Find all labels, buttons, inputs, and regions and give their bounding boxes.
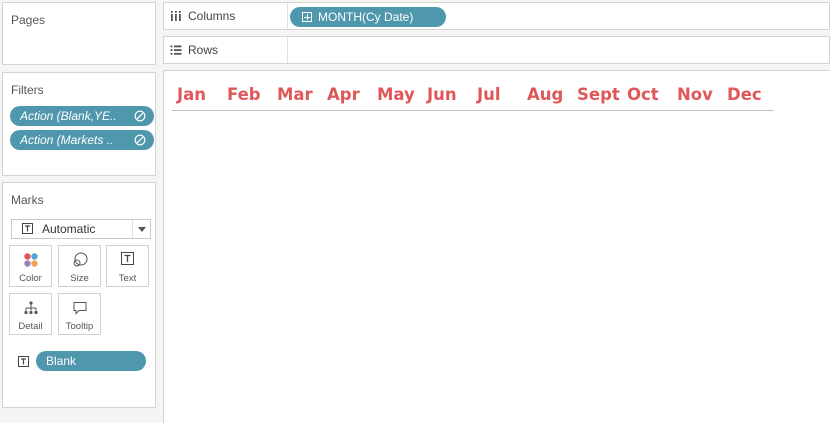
color-label: Color <box>19 273 42 284</box>
marks-field-row: Blank <box>11 351 155 373</box>
detail-icon <box>10 300 51 316</box>
rows-label: Rows <box>188 43 219 57</box>
tooltip-button[interactable]: Tooltip <box>58 293 101 335</box>
filter-pill-label: Action (Blank,YE.. <box>20 109 117 123</box>
month-header-row: Jan Feb Mar Apr May Jun Jul Aug Sept Oct Nov Dec <box>172 83 774 111</box>
month-header-apr[interactable]: Apr <box>327 85 360 104</box>
mark-type-dropdown[interactable]: Automatic <box>11 219 151 239</box>
month-header-jan[interactable]: Jan <box>177 85 206 104</box>
tooltip-icon <box>59 300 100 316</box>
month-header-oct[interactable]: Oct <box>627 85 659 104</box>
month-header-jun[interactable]: Jun <box>427 85 457 104</box>
detail-button[interactable]: Detail <box>9 293 52 335</box>
color-button[interactable]: Color <box>9 245 52 287</box>
pages-card: Pages <box>2 2 156 65</box>
filters-title: Filters <box>11 83 44 97</box>
month-header-nov[interactable]: Nov <box>677 85 713 104</box>
month-cy-date-pill[interactable]: MONTH(Cy Date) <box>290 7 446 27</box>
marks-card: Marks Automatic Color Size Text Detail T… <box>2 182 156 408</box>
expand-plus-icon[interactable] <box>302 12 312 22</box>
columns-icon <box>171 11 181 21</box>
link-off-icon <box>134 134 146 146</box>
text-icon <box>107 252 148 268</box>
text-button[interactable]: Text <box>106 245 149 287</box>
size-icon <box>59 252 100 268</box>
month-header-sept[interactable]: Sept <box>577 85 620 104</box>
pages-title: Pages <box>11 13 46 27</box>
rows-icon <box>170 45 182 55</box>
detail-label: Detail <box>18 321 43 332</box>
columns-label: Columns <box>188 9 236 23</box>
tooltip-label: Tooltip <box>65 321 94 332</box>
month-header-feb[interactable]: Feb <box>227 85 261 104</box>
size-label: Size <box>70 273 89 284</box>
link-off-icon <box>134 110 146 122</box>
month-header-aug[interactable]: Aug <box>527 85 563 104</box>
blank-field-pill[interactable]: Blank <box>36 351 146 371</box>
month-cy-date-label: MONTH(Cy Date) <box>318 10 414 24</box>
filter-pill-action-markets[interactable]: Action (Markets .. <box>10 130 154 150</box>
text-label: Text <box>118 273 137 284</box>
text-mark-icon <box>22 223 33 234</box>
color-icon <box>10 252 51 268</box>
month-header-mar[interactable]: Mar <box>277 85 313 104</box>
size-button[interactable]: Size <box>58 245 101 287</box>
month-header-may[interactable]: May <box>377 85 415 104</box>
chevron-down-icon[interactable] <box>132 220 150 238</box>
filters-card: Filters Action (Blank,YE.. Action (Marke… <box>2 72 156 176</box>
text-encoding-icon[interactable] <box>18 356 29 367</box>
viz-canvas: Jan Feb Mar Apr May Jun Jul Aug Sept Oct Nov Dec <box>163 70 830 423</box>
month-header-dec[interactable]: Dec <box>727 85 762 104</box>
rows-shelf[interactable]: Rows <box>163 36 830 64</box>
marks-title: Marks <box>11 193 44 207</box>
columns-shelf-label: Columns <box>164 3 288 29</box>
columns-shelf[interactable]: Columns MONTH(Cy Date) <box>163 2 830 30</box>
filter-pill-action-blank[interactable]: Action (Blank,YE.. <box>10 106 154 126</box>
filter-pill-label: Action (Markets .. <box>20 133 114 147</box>
rows-shelf-label: Rows <box>164 37 288 63</box>
mark-type-label: Automatic <box>42 222 96 236</box>
month-header-jul[interactable]: Jul <box>477 85 501 104</box>
